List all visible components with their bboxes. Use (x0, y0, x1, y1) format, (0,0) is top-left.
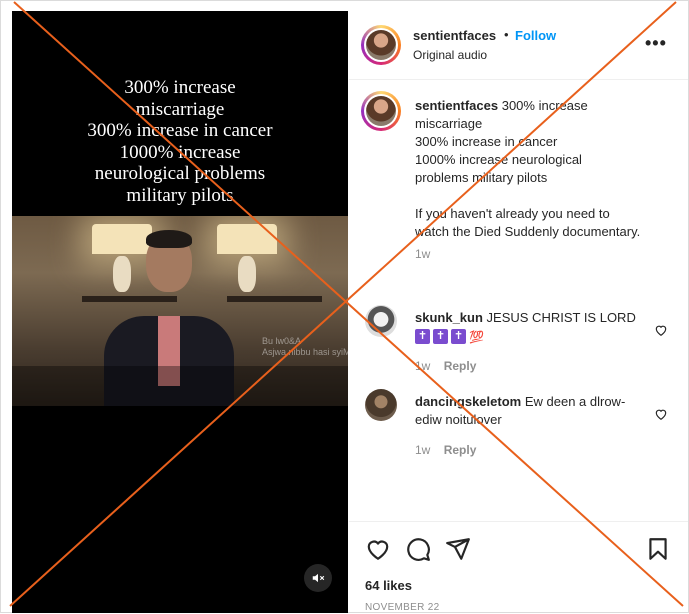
comment-body: JESUS CHRIST IS LORD (486, 310, 636, 325)
overlay-line: miscarriage (135, 98, 225, 120)
overlay-line: neurological problems (94, 163, 266, 184)
commenter-avatar[interactable] (365, 305, 397, 337)
caption-avatar[interactable] (361, 91, 401, 131)
caption-username[interactable]: sentientfaces (415, 98, 498, 113)
post-side-panel: sentientfaces • Follow Original audio ••… (349, 11, 688, 613)
like-comment-heart-icon[interactable] (654, 323, 668, 337)
overlay-line: military pilots (126, 184, 234, 206)
separator-dot: • (504, 27, 509, 42)
follow-button[interactable]: Follow (515, 28, 556, 43)
caption-line: miscarriage (415, 116, 483, 131)
video-overlay-text: 300% increase miscarriage 300% increase … (12, 77, 348, 206)
speaker-hair (146, 230, 192, 248)
lamp-shade-left (92, 224, 152, 254)
side-table-left (82, 296, 177, 302)
more-options-icon[interactable]: ••• (645, 33, 667, 54)
like-heart-icon[interactable] (365, 536, 391, 562)
caption-line: 300% increase (501, 98, 588, 113)
comment-text: skunk_kun JESUS CHRIST IS LORD ✝ ✝ ✝ 💯 (415, 309, 645, 346)
comment-text: dancingskeletom Ew deen a dlrow-ediw noi… (415, 393, 645, 429)
overlay-line: 300% increase in cancer (87, 120, 273, 141)
post-video[interactable]: 300% increase miscarriage 300% increase … (12, 11, 348, 613)
caption-time[interactable]: 1w (415, 245, 645, 263)
author-avatar[interactable] (361, 25, 401, 65)
caption-line: 1000% increase neurological (415, 152, 582, 167)
mute-button[interactable] (304, 564, 332, 592)
likes-count[interactable]: 64 likes (365, 578, 412, 593)
avatar-photo (366, 96, 396, 126)
hundred-emoji: 💯 (469, 329, 484, 344)
save-bookmark-icon[interactable] (645, 536, 671, 562)
lamp-base-left (113, 256, 131, 292)
video-frame: Bu lw0&A Asjwa nibbu hasi syiM (12, 216, 348, 406)
video-watermark: Bu lw0&A Asjwa nibbu hasi syiM (262, 336, 348, 357)
reply-button[interactable]: Reply (444, 443, 477, 457)
speaker-muted-icon (312, 573, 325, 583)
caption-text: sentientfaces 300% increase miscarriage … (415, 97, 645, 263)
share-paper-plane-icon[interactable] (445, 536, 471, 562)
lamp-base-right (238, 256, 256, 292)
commenter-avatar[interactable] (365, 389, 397, 421)
reply-button[interactable]: Reply (444, 359, 477, 373)
post-date[interactable]: NOVEMBER 22 (365, 602, 439, 613)
caption-paragraph: If you haven't already you need to watch… (415, 206, 641, 239)
comment-time[interactable]: 1w (415, 359, 430, 373)
floor-shadow (12, 366, 348, 406)
comment-meta: 1w Reply (415, 443, 476, 457)
cross-emoji: ✝ (415, 329, 430, 345)
comment-bubble-icon[interactable] (405, 536, 431, 562)
like-comment-heart-icon[interactable] (654, 407, 668, 421)
overlay-line: 1000% increase (119, 141, 241, 163)
lamp-shade-right (217, 224, 277, 254)
comment-time[interactable]: 1w (415, 443, 430, 457)
cross-emoji: ✝ (433, 329, 448, 345)
post-header: sentientfaces • Follow Original audio ••… (349, 11, 688, 80)
comment-meta: 1w Reply (415, 359, 476, 373)
commenter-username[interactable]: dancingskeletom (415, 394, 521, 409)
cross-emoji: ✝ (451, 329, 466, 345)
commenter-username[interactable]: skunk_kun (415, 310, 483, 325)
avatar-photo (366, 30, 396, 60)
side-table-right (227, 296, 322, 302)
post-actions: 64 likes NOVEMBER 22 (349, 521, 688, 614)
caption-line: problems military pilots (415, 170, 548, 185)
overlay-line: 300% increase (124, 77, 236, 98)
audio-link[interactable]: Original audio (413, 48, 487, 62)
author-username[interactable]: sentientfaces (413, 28, 496, 43)
caption-line: 300% increase in cancer (415, 134, 558, 149)
